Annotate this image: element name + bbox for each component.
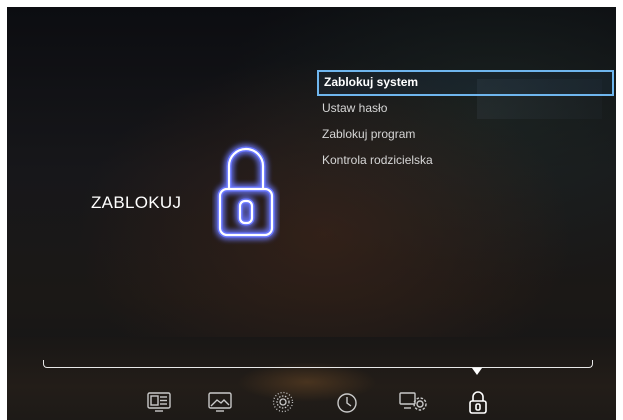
tv-info-icon[interactable] — [146, 389, 172, 415]
lock-icon[interactable] — [465, 389, 491, 415]
menu-item-lock-program[interactable]: Zablokuj program — [317, 122, 614, 148]
section-title: ZABLOKUJ — [91, 193, 182, 212]
menu-item-lock-system[interactable]: Zablokuj system — [317, 70, 614, 96]
dock-divider — [43, 360, 593, 368]
picture-icon[interactable] — [207, 389, 233, 415]
clock-icon[interactable] — [334, 389, 360, 415]
active-pointer — [472, 368, 482, 375]
sound-icon[interactable] — [270, 389, 296, 415]
padlock-icon — [212, 133, 280, 245]
menu-dock — [7, 383, 616, 420]
tv-screen: ZABLOKUJ Zablokuj system Ustaw hasło Zab… — [7, 7, 616, 420]
settings-icon[interactable] — [398, 389, 427, 415]
menu-item-parental-control[interactable]: Kontrola rodzicielska — [317, 148, 614, 174]
lock-menu: Zablokuj system Ustaw hasło Zablokuj pro… — [317, 70, 614, 174]
menu-item-set-password[interactable]: Ustaw hasło — [317, 96, 614, 122]
